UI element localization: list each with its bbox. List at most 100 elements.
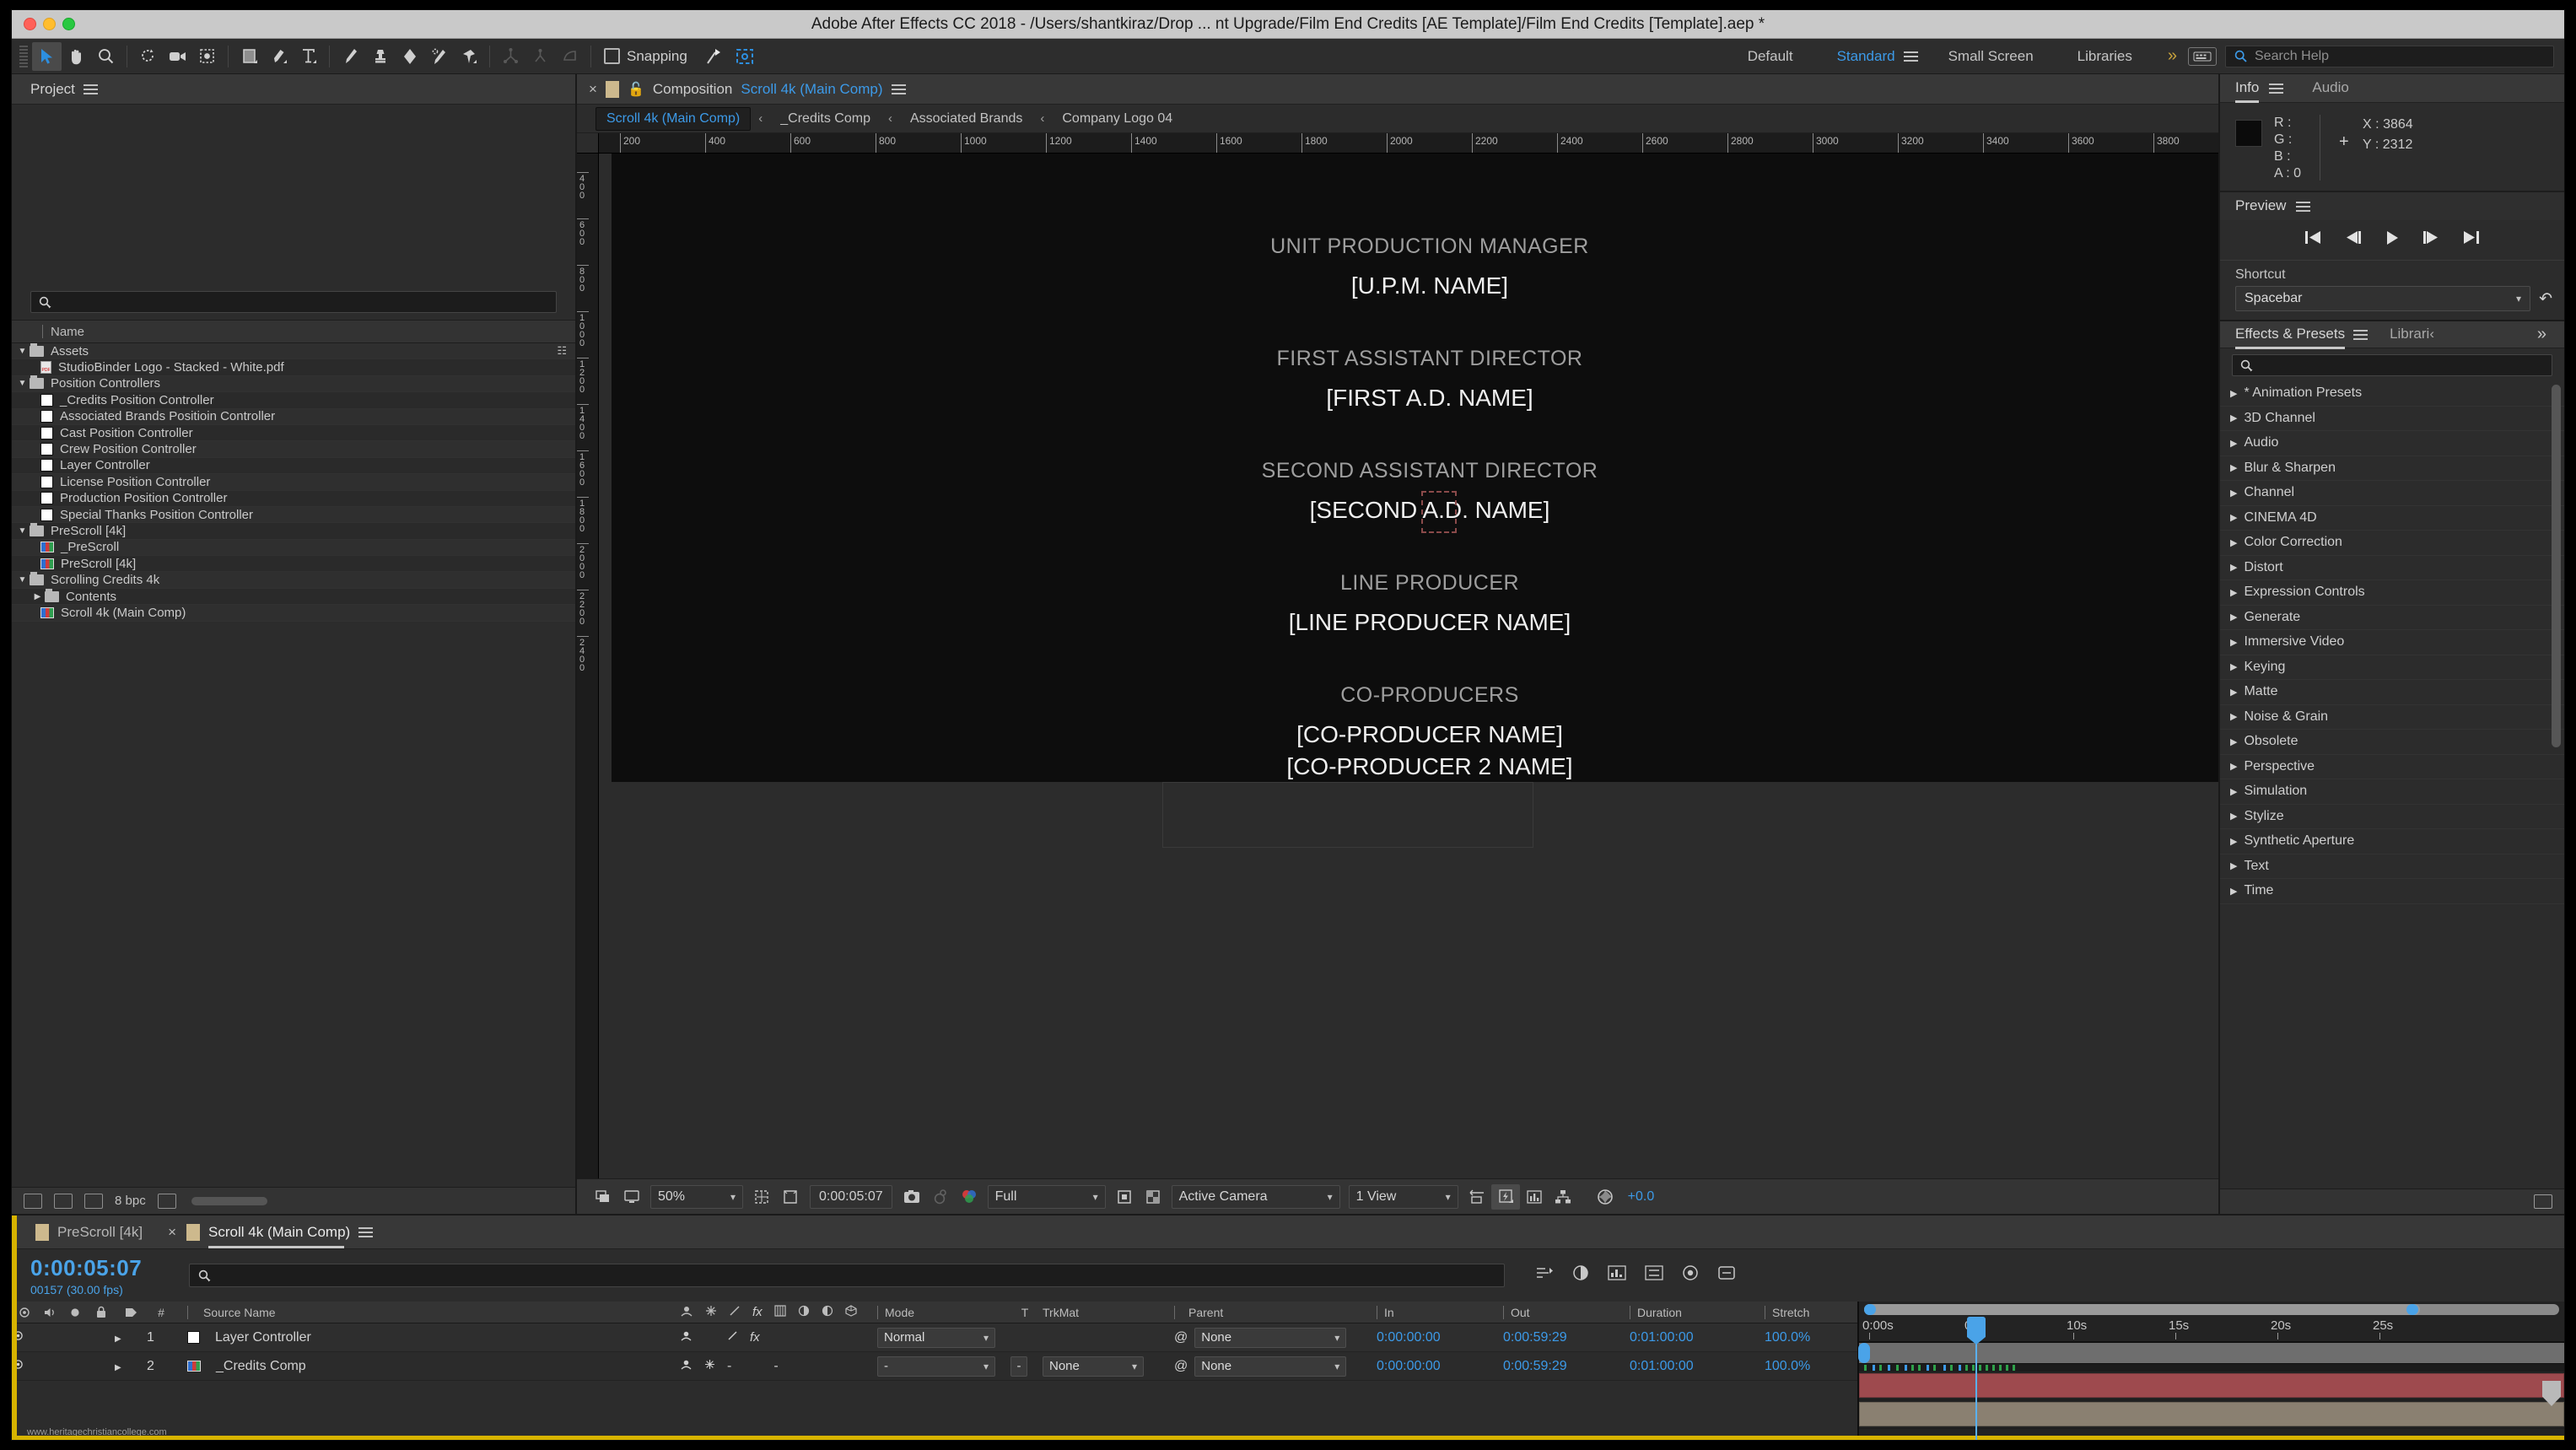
roto-brush-tool-icon[interactable] <box>424 42 454 71</box>
fast-previews-icon[interactable] <box>1490 1183 1520 1210</box>
effects-search-input[interactable] <box>2232 354 2552 376</box>
camera-select[interactable]: Active Camera ▾ <box>1171 1184 1340 1209</box>
project-item[interactable]: Layer Controller <box>12 457 575 475</box>
disclosure-triangle-icon[interactable]: ▶ <box>2230 860 2237 871</box>
layer-switches[interactable]: -- <box>673 1359 867 1374</box>
delete-icon[interactable] <box>157 1193 176 1209</box>
shortcut-select[interactable]: Spacebar ▾ <box>2235 286 2531 311</box>
disclosure-triangle-icon[interactable]: ▶ <box>2230 438 2237 449</box>
effect-category[interactable]: ▶ Synthetic Aperture <box>2220 829 2564 854</box>
trkmat-select[interactable]: None ▾ <box>1043 1356 1144 1377</box>
disclosure-triangle-icon[interactable]: ▶ <box>2230 786 2237 797</box>
close-composition-icon[interactable]: × <box>589 81 597 98</box>
layer-duration[interactable]: 0:01:00:00 <box>1621 1330 1756 1345</box>
effect-category[interactable]: ▶ 3D Channel <box>2220 406 2564 431</box>
shape-tool-icon[interactable] <box>234 42 264 71</box>
project-item[interactable]: Associated Brands Positioin Controller <box>12 408 575 425</box>
layer-switches[interactable]: fx <box>673 1330 867 1345</box>
disclosure-triangle-icon[interactable]: ▶ <box>115 1363 121 1372</box>
layer-name[interactable]: Layer Controller <box>175 1330 673 1345</box>
effect-category[interactable]: ▶ Simulation <box>2220 779 2564 805</box>
project-search-input[interactable] <box>30 291 557 313</box>
clone-stamp-tool-icon[interactable] <box>365 42 395 71</box>
project-item[interactable]: Scroll 4k (Main Comp) <box>12 605 575 622</box>
effect-category[interactable]: ▶ Stylize <box>2220 804 2564 829</box>
effect-category[interactable]: ▶ Perspective <box>2220 754 2564 779</box>
effect-category[interactable]: ▶ Text <box>2220 854 2564 879</box>
timeline-panel-menu-icon[interactable] <box>358 1225 374 1240</box>
quality-icon[interactable] <box>727 1330 738 1345</box>
disclosure-triangle-icon[interactable]: ▶ <box>2230 886 2237 897</box>
project-item[interactable]: Cast Position Controller <box>12 424 575 442</box>
disclosure-triangle-icon[interactable]: ▶ <box>2230 462 2237 473</box>
effect-category[interactable]: ▶ CINEMA 4D <box>2220 505 2564 531</box>
disclosure-triangle-icon[interactable]: ▼ <box>15 575 30 585</box>
region-of-interest-icon[interactable] <box>776 1184 805 1210</box>
layer-expand-toggle[interactable]: ▶ <box>115 1359 147 1374</box>
snapping-toggle[interactable]: Snapping <box>604 48 687 65</box>
layer-out-point[interactable]: 0:00:59:29 <box>1495 1330 1621 1345</box>
monitor-icon[interactable] <box>617 1184 646 1210</box>
breadcrumb-item[interactable]: Scroll 4k (Main Comp) <box>595 106 752 131</box>
layer-expand-toggle[interactable]: ▶ <box>115 1330 147 1345</box>
project-item[interactable]: License Position Controller <box>12 474 575 491</box>
layer-bar-1[interactable] <box>1859 1372 2564 1400</box>
layer-bar-2[interactable] <box>1859 1400 2564 1429</box>
camera-tool-icon[interactable] <box>163 42 192 71</box>
effects-toggle-icon[interactable]: fx <box>750 1330 760 1345</box>
pan-behind-tool-icon[interactable] <box>192 42 222 71</box>
always-preview-icon[interactable] <box>589 1184 617 1210</box>
tab-libraries-right[interactable]: Librari‹ <box>2390 326 2434 344</box>
effect-category[interactable]: ▶ Channel <box>2220 481 2564 506</box>
table-row[interactable]: ▶ 1 Layer Controller fx Normal ▾ @ None ▾ 0:00:00… <box>12 1323 1857 1352</box>
next-frame-button[interactable] <box>2422 230 2440 250</box>
disclosure-triangle-icon[interactable]: ▼ <box>15 347 30 356</box>
canvas-wrapper[interactable]: UNIT PRODUCTION MANAGER [U.P.M. NAME] FIRS… <box>599 154 2218 1178</box>
keyboard-shortcuts-icon[interactable] <box>2188 46 2217 66</box>
snapshot-camera-icon[interactable] <box>897 1184 926 1210</box>
eraser-tool-icon[interactable] <box>395 42 424 71</box>
layer-mode[interactable]: - ▾ <box>867 1356 1010 1377</box>
tab-audio[interactable]: Audio <box>2312 79 2348 98</box>
layer-parent[interactable]: @ None ▾ <box>1166 1356 1368 1377</box>
selection-tool-icon[interactable] <box>32 41 62 71</box>
effect-category[interactable]: ▶ Matte <box>2220 680 2564 705</box>
snap-target-icon[interactable] <box>730 42 760 71</box>
effect-category[interactable]: ▶ Generate <box>2220 605 2564 630</box>
project-panel-menu-icon[interactable] <box>83 82 98 97</box>
project-item[interactable]: Production Position Controller <box>12 490 575 507</box>
disclosure-triangle-icon[interactable]: ▶ <box>2230 761 2237 772</box>
timeline-track-area[interactable]: 0:00s05s10s15s20s25s <box>1858 1302 2564 1440</box>
toggle-mask-icon[interactable] <box>1110 1184 1139 1210</box>
disclosure-triangle-icon[interactable]: ▶ <box>2230 488 2237 499</box>
layer-mode[interactable]: Normal ▾ <box>867 1327 1010 1348</box>
tab-effects-presets[interactable]: Effects & Presets <box>2235 326 2346 349</box>
workspace-standard[interactable]: Standard <box>1815 48 1917 65</box>
effects-overflow-icon[interactable]: » <box>2524 325 2557 344</box>
disclosure-triangle-icon[interactable]: ▶ <box>2230 412 2237 423</box>
rotation-tool-icon[interactable] <box>133 42 163 71</box>
mode-select[interactable]: Normal ▾ <box>877 1327 995 1348</box>
time-navigator[interactable] <box>1859 1302 2564 1317</box>
project-item[interactable]: ▼ Assets ☷ <box>12 343 575 360</box>
layer-in-point[interactable]: 0:00:00:00 <box>1368 1330 1495 1345</box>
tab-info[interactable]: Info <box>2235 79 2260 103</box>
disclosure-triangle-icon[interactable]: ▶ <box>2230 587 2237 598</box>
layer-duration[interactable]: 0:01:00:00 <box>1621 1359 1756 1374</box>
layer-trkmat[interactable]: None ▾ <box>1039 1356 1166 1377</box>
effects-scrollbar[interactable] <box>2552 385 2561 747</box>
project-item[interactable]: ▼ PreScroll [4k] <box>12 522 575 540</box>
collapse-transformations-icon[interactable] <box>704 1359 715 1374</box>
puppet-pin-tool-icon[interactable] <box>454 42 483 71</box>
time-ruler[interactable]: 0:00s05s10s15s20s25s <box>1859 1317 2564 1342</box>
table-row[interactable]: ▶ 2 _Credits Comp - - - ▾ - None ▾ @ None ▾ 0:00:00:0… <box>12 1352 1857 1381</box>
breadcrumb-item[interactable]: _Credits Comp <box>770 108 881 130</box>
layer-bar-fill-1[interactable] <box>1859 1373 2564 1398</box>
disclosure-triangle-icon[interactable]: ▶ <box>2230 687 2237 698</box>
workspace-overflow-icon[interactable]: » <box>2154 46 2188 66</box>
effect-category[interactable]: ▶ * Animation Presets <box>2220 381 2564 407</box>
pen-tool-icon[interactable] <box>264 42 294 71</box>
magnification-select[interactable]: 50% ▾ <box>650 1184 743 1209</box>
layer-parent[interactable]: @ None ▾ <box>1166 1327 1368 1348</box>
project-item[interactable]: _PreScroll <box>12 539 575 557</box>
